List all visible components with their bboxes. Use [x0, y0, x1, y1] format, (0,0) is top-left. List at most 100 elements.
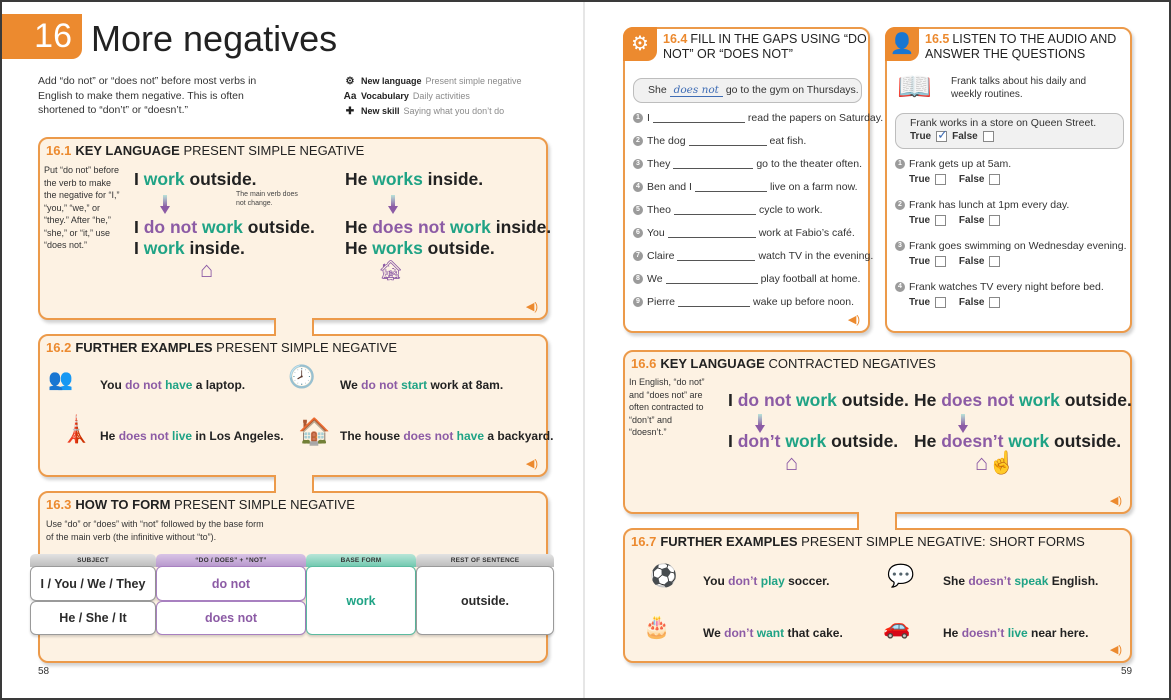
section-intro: Frank talks about his daily and weekly r… [951, 76, 1087, 100]
auxiliary-cell: do not [156, 566, 306, 601]
question-number: 2 [633, 136, 643, 146]
meta-new-skill: ✚ New skill Saying what you don’t do [343, 104, 522, 119]
question-number: 3 [895, 241, 905, 251]
section-description: Use “do” or “does” with “not” followed b… [46, 519, 264, 542]
audio-speaker-icon[interactable]: ◀) [526, 300, 538, 313]
house-icon: 🏠 [298, 416, 331, 446]
true-false-question: 3 Frank goes swimming on Wednesday evenin… [895, 240, 1127, 252]
true-false-question: 1 Frank gets up at 5am. [895, 158, 1011, 170]
sentence-left-full: I do not work outside. [728, 390, 909, 410]
section-heading: 16.3 HOW TO FORM PRESENT SIMPLE NEGATIVE [46, 497, 355, 512]
people-laptops-icon: 👥 [48, 369, 73, 391]
page-number-right: 59 [1121, 666, 1133, 677]
answer-blank[interactable] [677, 251, 756, 261]
speaking-people-icon: 💬 [887, 563, 915, 588]
gap-fill-question: 8 We play football at home. [633, 273, 860, 285]
gap-fill-question: 1 Iread the papers on Saturday. [633, 112, 883, 124]
sentence-right-negative: He does not work inside. [345, 217, 552, 237]
answer-blank[interactable] [688, 136, 767, 146]
audio-speaker-icon[interactable]: ◀) [526, 457, 538, 470]
gap-fill-question: 9 Pierre wake up before noon. [633, 296, 854, 308]
gap-fill-question: 7 Claire watch TV in the evening. [633, 250, 873, 262]
sentence-right-positive: He works inside. [345, 169, 484, 189]
section-side-note: In English, “do not” and “does not” are … [629, 377, 705, 437]
question-number: 7 [633, 251, 643, 261]
office-clock-icon: 🕗 [288, 364, 316, 389]
chapter-title: More negatives [91, 18, 338, 59]
section-heading: 16.1 KEY LANGUAGE PRESENT SIMPLE NEGATIVE [46, 143, 365, 158]
question-number: 4 [633, 182, 643, 192]
true-checkbox[interactable] [935, 215, 947, 226]
farmer-barn-tractor-icon: 🏚 [378, 260, 404, 282]
listening-person-icon: 👤 [885, 27, 919, 61]
cake-people-icon: 🎂 [643, 614, 671, 639]
false-checkbox[interactable] [989, 256, 1001, 267]
left-page: 16 More negatives Add “do not” or “does … [0, 0, 583, 700]
sentence-right-short: He doesn’t work outside. [914, 431, 1122, 451]
answer-blank[interactable] [665, 274, 758, 284]
right-page: ⚙ 16.4 FILL IN THE GAPS USING “DO NOT” OR… [585, 0, 1171, 700]
annotation-note: The main verb does not change. [236, 191, 298, 207]
section-16-7: 16.7 FURTHER EXAMPLES PRESENT SIMPLE NEGA… [623, 528, 1132, 663]
question-number: 6 [633, 228, 643, 238]
section-heading: 16.4 FILL IN THE GAPS USING “DO NOT” OR “… [663, 32, 867, 61]
chapter-intro: Add “do not” or “does not” before most v… [38, 75, 257, 116]
sentence-left-short: I don’t work outside. [728, 431, 899, 451]
meta-new-language: ⚙ New language Present simple negative [343, 74, 522, 89]
section-heading: 16.6 KEY LANGUAGE CONTRACTED NEGATIVES [631, 356, 936, 371]
sentence-left-alternative: I work inside. [134, 238, 245, 258]
section-heading: 16.5 LISTEN TO THE AUDIO AND ANSWER THE Q… [925, 32, 1117, 61]
audio-speaker-icon[interactable]: ◀) [1110, 494, 1122, 507]
eiffel-tower-icon: 🗼 [60, 414, 93, 444]
sentence-left-negative: I do not work outside. [134, 217, 315, 237]
down-arrow-icon [388, 195, 398, 215]
true-false-options: True False [909, 174, 1001, 185]
answer-blank[interactable] [673, 159, 754, 169]
section-connector [857, 512, 897, 530]
audio-speaker-icon[interactable]: ◀) [1110, 643, 1122, 656]
section-16-2: 16.2 FURTHER EXAMPLES PRESENT SIMPLE NEGA… [38, 334, 553, 477]
true-checkbox[interactable] [935, 297, 947, 308]
gap-fill-question: 5 Theo cycle to work. [633, 204, 823, 216]
section-connector [274, 475, 314, 493]
answer-blank[interactable] [673, 205, 756, 215]
vocabulary-icon: Aa [343, 91, 357, 102]
base-form-cell: work [306, 566, 416, 635]
question-number: 8 [633, 274, 643, 284]
gap-fill-question: 6 You work at Fabio’s café. [633, 227, 855, 239]
example-sentence: He does not live in Los Angeles. [100, 429, 284, 443]
question-number: 1 [895, 159, 905, 169]
section-heading: 16.2 FURTHER EXAMPLES PRESENT SIMPLE NEGA… [46, 340, 398, 355]
audio-speaker-icon[interactable]: ◀) [848, 313, 860, 326]
example-sentence: You do not have a laptop. [100, 378, 246, 392]
answer-blank[interactable] [678, 297, 751, 307]
example-sentence: She doesn’t speak English. [943, 574, 1099, 588]
true-false-question: 4 Frank watches TV every night before bed… [895, 281, 1104, 293]
person-in-house-pointing-icon: ⌂☝ [975, 450, 1016, 475]
question-number: 2 [895, 200, 905, 210]
answer-blank[interactable] [667, 228, 756, 238]
true-false-options: True False [909, 297, 1001, 308]
gap-fill-question: 3 They go to the theater often. [633, 158, 862, 170]
answer-blank[interactable] [694, 182, 767, 192]
subject-cell: He / She / It [30, 601, 156, 635]
false-checkbox[interactable] [989, 174, 1001, 185]
true-checkbox[interactable] [935, 174, 947, 185]
answer-blank[interactable] [652, 113, 745, 123]
subject-cell: I / You / We / They [30, 566, 156, 601]
gap-fill-question: 4 Ben and Ilive on a farm now. [633, 181, 858, 193]
sentence-right-alternative: He works outside. [345, 238, 495, 258]
section-16-4: ⚙ 16.4 FILL IN THE GAPS USING “DO NOT” OR… [623, 27, 883, 333]
false-checkbox[interactable] [982, 131, 994, 142]
false-checkbox[interactable] [989, 297, 1001, 308]
puzzle-icon: ✚ [345, 106, 355, 117]
false-checkbox[interactable] [989, 215, 1001, 226]
true-checkbox[interactable] [935, 256, 947, 267]
down-arrow-icon [160, 195, 170, 215]
example-sentence: He doesn’t live near here. [943, 626, 1089, 640]
page-number-left: 58 [38, 666, 50, 677]
true-checkbox-checked[interactable] [936, 127, 948, 143]
section-16-5: 👤 16.5 LISTEN TO THE AUDIO AND ANSWER THE… [885, 27, 1132, 333]
question-number: 4 [895, 282, 905, 292]
section-connector [274, 318, 314, 336]
